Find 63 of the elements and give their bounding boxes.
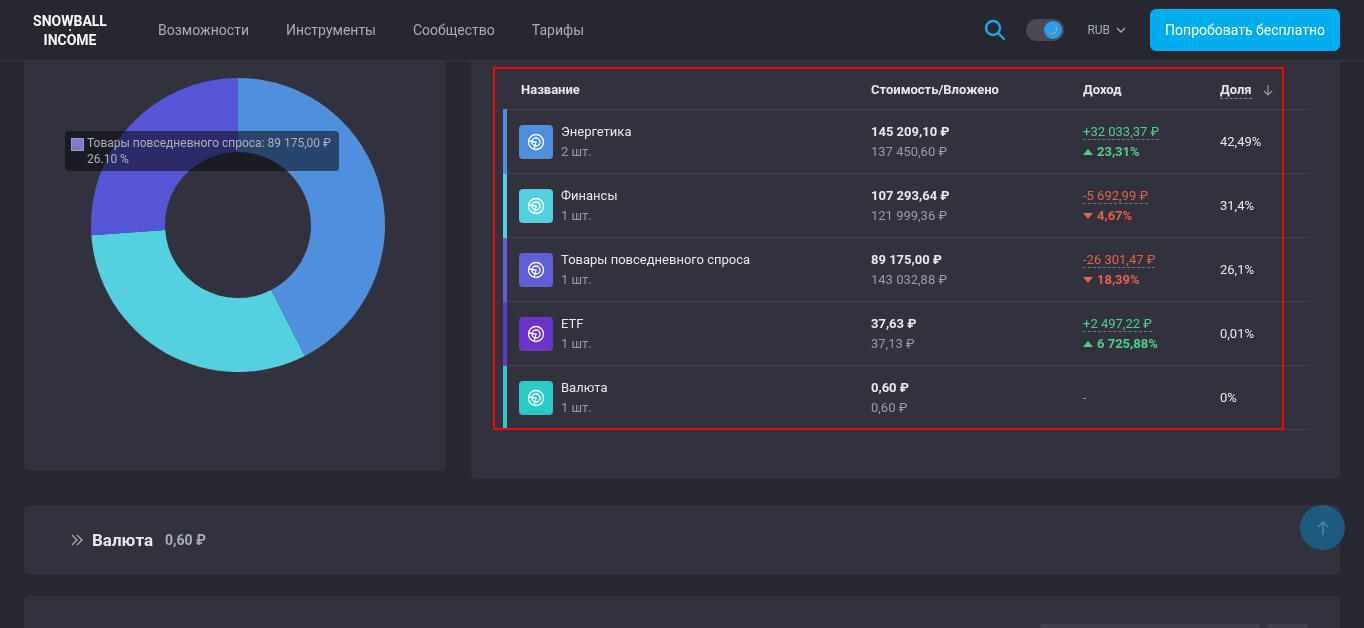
column-header[interactable]: Стоимость/Вложено	[871, 81, 999, 97]
theme-toggle[interactable]	[1026, 19, 1065, 41]
column-header[interactable]: Название	[521, 81, 580, 97]
current-value: 37,63 ₽	[871, 316, 918, 331]
share-value: 42,49%	[1220, 134, 1262, 149]
quantity: 1 шт.	[561, 272, 593, 287]
quantity: 2 шт.	[561, 144, 593, 159]
income-amount[interactable]: -26 301,47 ₽	[1083, 252, 1156, 268]
sort-arrow-icon[interactable]	[1262, 84, 1273, 96]
share-value: 0%	[1220, 390, 1237, 405]
current-value: 145 209,10 ₽	[871, 124, 951, 139]
share-value: 26,1%	[1220, 262, 1254, 277]
column-header[interactable]: Доля	[1220, 81, 1252, 99]
quantity: 1 шт.	[561, 400, 593, 415]
triangle-down-icon	[1083, 276, 1093, 283]
income-amount[interactable]: -5 692,99 ₽	[1083, 188, 1149, 204]
current-value: 89 175,00 ₽	[871, 252, 944, 267]
search-icon[interactable]	[984, 19, 1007, 41]
current-value: 0,60 ₽	[871, 380, 910, 395]
sector-icon	[519, 316, 553, 351]
current-value: 107 293,64 ₽	[871, 188, 951, 203]
invested-value: 37,13 ₽	[871, 336, 916, 351]
quantity: 1 шт.	[561, 208, 593, 223]
nav-link[interactable]: Сообщество	[413, 22, 495, 38]
double-chevron-icon[interactable]	[70, 534, 84, 546]
sector-name[interactable]: Валюта	[561, 380, 608, 395]
nav-link[interactable]: Инструменты	[285, 22, 376, 38]
income-amount[interactable]: +32 033,37 ₽	[1083, 124, 1160, 140]
sector-icon	[519, 380, 553, 415]
invested-value: 143 032,88 ₽	[871, 272, 949, 287]
column-header[interactable]: Доход	[1083, 81, 1122, 97]
currency-dropdown[interactable]: RUB	[1081, 22, 1133, 38]
income-amount[interactable]: +2 497,22 ₽	[1083, 316, 1152, 332]
logo[interactable]: SNOWBALL INCOME	[0, 13, 140, 47]
sector-name[interactable]: ETF	[561, 316, 584, 331]
invested-value: 0,60 ₽	[871, 400, 909, 415]
income-percent: 18,39%	[1097, 272, 1140, 287]
income-percent: 6 725,88%	[1097, 336, 1158, 351]
income-amount: -	[1083, 390, 1087, 405]
share-value: 0,01%	[1220, 326, 1254, 341]
section-title[interactable]: Валюта	[92, 530, 154, 550]
share-value: 31,4%	[1220, 198, 1254, 213]
invested-value: 121 999,36 ₽	[871, 208, 949, 223]
invested-value: 137 450,60 ₽	[871, 144, 949, 159]
sector-icon	[519, 188, 553, 223]
nav-link[interactable]: Возможности	[158, 22, 249, 38]
tooltip-text: Товары повседневного спроса: 89 175,00 ₽ 26.10 %	[87, 135, 331, 167]
triangle-down-icon	[1083, 212, 1093, 219]
income-percent: 23,31%	[1097, 144, 1140, 159]
arrow-up-icon	[1315, 519, 1330, 536]
moon-icon	[1047, 24, 1060, 36]
sector-name[interactable]: Финансы	[561, 188, 618, 203]
sector-icon	[519, 124, 553, 159]
sector-name[interactable]: Энергетика	[561, 124, 632, 139]
chevron-down-icon	[1116, 27, 1127, 33]
quantity: 1 шт.	[561, 336, 592, 351]
sector-name[interactable]: Товары повседневного спроса	[561, 252, 751, 267]
triangle-up-icon	[1083, 148, 1093, 155]
sector-icon	[519, 252, 553, 287]
triangle-up-icon	[1083, 340, 1093, 347]
section-amount: 0,60 ₽	[165, 532, 206, 548]
income-percent: 4,67%	[1097, 208, 1133, 223]
nav-link[interactable]: Тарифы	[531, 22, 584, 38]
